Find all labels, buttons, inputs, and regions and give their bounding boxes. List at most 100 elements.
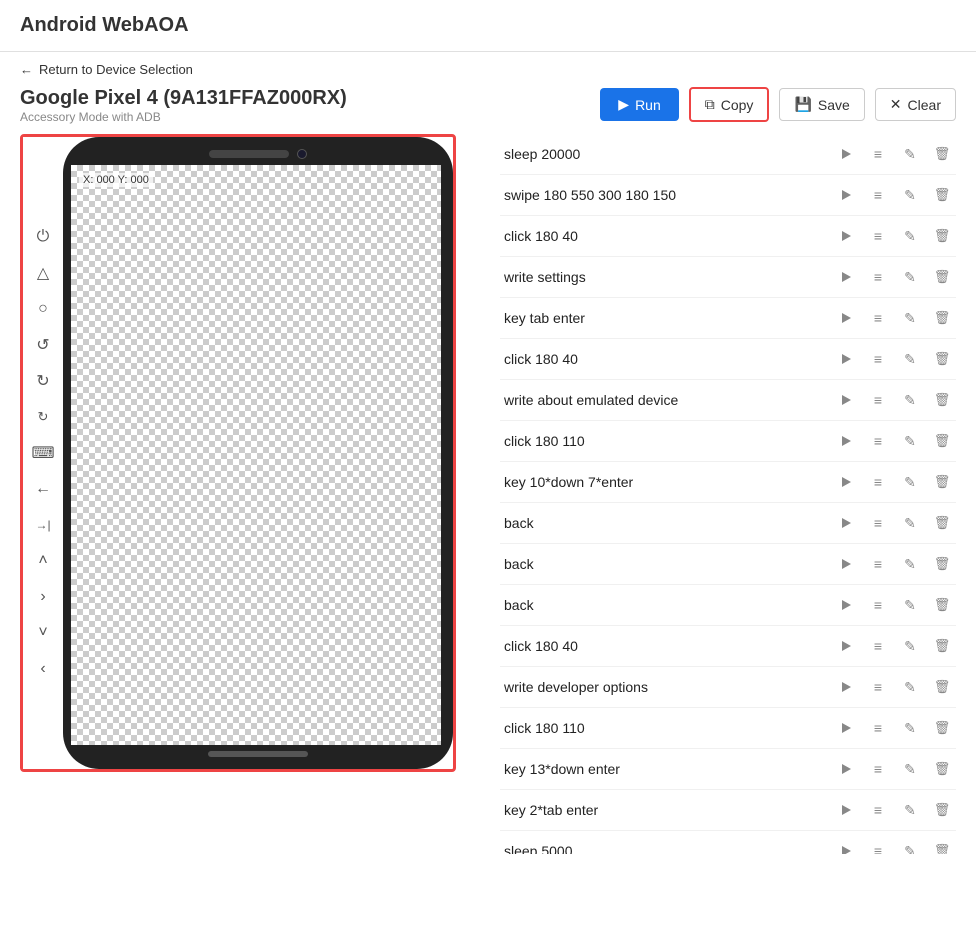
command-row: click 180 40≡✎🗑 bbox=[500, 339, 956, 380]
command-run-btn[interactable] bbox=[832, 837, 860, 854]
command-edit-btn[interactable]: ✎ bbox=[896, 345, 924, 373]
back-btn[interactable]: △ bbox=[29, 259, 57, 287]
command-edit-btn[interactable]: ✎ bbox=[896, 550, 924, 578]
command-row: back≡✎🗑 bbox=[500, 544, 956, 585]
command-delete-btn[interactable]: 🗑 bbox=[928, 837, 956, 854]
command-delete-btn[interactable]: 🗑 bbox=[928, 673, 956, 701]
command-menu-btn[interactable]: ≡ bbox=[864, 591, 892, 619]
command-edit-btn[interactable]: ✎ bbox=[896, 263, 924, 291]
command-run-btn[interactable] bbox=[832, 345, 860, 373]
keyboard-btn[interactable]: ⌨ bbox=[29, 439, 57, 467]
command-run-btn[interactable] bbox=[832, 550, 860, 578]
device-frame: ⏻ △ ○ ↺ ↻ ↻ ⌨ ← →| ˄ › ˅ ‹ bbox=[20, 134, 456, 772]
command-edit-btn[interactable]: ✎ bbox=[896, 673, 924, 701]
command-edit-btn[interactable]: ✎ bbox=[896, 140, 924, 168]
command-run-btn[interactable] bbox=[832, 181, 860, 209]
save-button[interactable]: 💾 Save bbox=[779, 88, 864, 121]
command-menu-btn[interactable]: ≡ bbox=[864, 632, 892, 660]
command-delete-btn[interactable]: 🗑 bbox=[928, 632, 956, 660]
rotate-cw2-btn[interactable]: ↻ bbox=[29, 403, 57, 431]
command-edit-btn[interactable]: ✎ bbox=[896, 796, 924, 824]
command-run-btn[interactable] bbox=[832, 304, 860, 332]
command-menu-btn[interactable]: ≡ bbox=[864, 263, 892, 291]
back-to-device-selection-link[interactable]: ← Return to Device Selection bbox=[0, 52, 976, 87]
command-edit-btn[interactable]: ✎ bbox=[896, 714, 924, 742]
command-row: back≡✎🗑 bbox=[500, 503, 956, 544]
command-run-btn[interactable] bbox=[832, 509, 860, 537]
command-edit-btn[interactable]: ✎ bbox=[896, 509, 924, 537]
command-row: key 2*tab enter≡✎🗑 bbox=[500, 790, 956, 831]
clear-button[interactable]: ✕ Clear bbox=[875, 88, 956, 121]
command-run-btn[interactable] bbox=[832, 673, 860, 701]
command-menu-btn[interactable]: ≡ bbox=[864, 673, 892, 701]
command-delete-btn[interactable]: 🗑 bbox=[928, 755, 956, 783]
command-delete-btn[interactable]: 🗑 bbox=[928, 263, 956, 291]
command-delete-btn[interactable]: 🗑 bbox=[928, 550, 956, 578]
command-edit-btn[interactable]: ✎ bbox=[896, 427, 924, 455]
command-run-btn[interactable] bbox=[832, 222, 860, 250]
command-edit-btn[interactable]: ✎ bbox=[896, 181, 924, 209]
command-delete-btn[interactable]: 🗑 bbox=[928, 304, 956, 332]
command-row: sleep 5000≡✎🗑 bbox=[500, 831, 956, 854]
device-header: Google Pixel 4 (9A131FFAZ000RX) Accessor… bbox=[20, 87, 480, 124]
command-delete-btn[interactable]: 🗑 bbox=[928, 386, 956, 414]
command-menu-btn[interactable]: ≡ bbox=[864, 345, 892, 373]
command-menu-btn[interactable]: ≡ bbox=[864, 468, 892, 496]
command-menu-btn[interactable]: ≡ bbox=[864, 140, 892, 168]
command-run-btn[interactable] bbox=[832, 427, 860, 455]
command-menu-btn[interactable]: ≡ bbox=[864, 837, 892, 854]
command-edit-btn[interactable]: ✎ bbox=[896, 837, 924, 854]
command-edit-btn[interactable]: ✎ bbox=[896, 468, 924, 496]
command-edit-btn[interactable]: ✎ bbox=[896, 304, 924, 332]
command-delete-btn[interactable]: 🗑 bbox=[928, 181, 956, 209]
collapse-btn[interactable]: ‹ bbox=[29, 655, 57, 683]
command-menu-btn[interactable]: ≡ bbox=[864, 755, 892, 783]
command-menu-btn[interactable]: ≡ bbox=[864, 509, 892, 537]
command-edit-btn[interactable]: ✎ bbox=[896, 632, 924, 660]
up-btn[interactable]: ˄ bbox=[29, 547, 57, 575]
command-delete-btn[interactable]: 🗑 bbox=[928, 427, 956, 455]
command-run-btn[interactable] bbox=[832, 591, 860, 619]
command-edit-btn[interactable]: ✎ bbox=[896, 755, 924, 783]
command-run-btn[interactable] bbox=[832, 140, 860, 168]
coords-display: X: 000 Y: 000 bbox=[79, 173, 153, 187]
run-button[interactable]: ▶ Run bbox=[600, 88, 678, 121]
command-edit-btn[interactable]: ✎ bbox=[896, 386, 924, 414]
command-menu-btn[interactable]: ≡ bbox=[864, 714, 892, 742]
command-delete-btn[interactable]: 🗑 bbox=[928, 509, 956, 537]
power-btn[interactable]: ⏻ bbox=[29, 223, 57, 251]
phone-screen[interactable]: X: 000 Y: 000 bbox=[71, 165, 441, 745]
command-delete-btn[interactable]: 🗑 bbox=[928, 714, 956, 742]
command-run-btn[interactable] bbox=[832, 632, 860, 660]
command-run-btn[interactable] bbox=[832, 468, 860, 496]
command-run-btn[interactable] bbox=[832, 755, 860, 783]
command-menu-btn[interactable]: ≡ bbox=[864, 386, 892, 414]
command-delete-btn[interactable]: 🗑 bbox=[928, 345, 956, 373]
command-menu-btn[interactable]: ≡ bbox=[864, 796, 892, 824]
command-delete-btn[interactable]: 🗑 bbox=[928, 222, 956, 250]
command-delete-btn[interactable]: 🗑 bbox=[928, 468, 956, 496]
command-edit-btn[interactable]: ✎ bbox=[896, 591, 924, 619]
down-btn[interactable]: ˅ bbox=[29, 619, 57, 647]
command-run-btn[interactable] bbox=[832, 263, 860, 291]
command-run-btn[interactable] bbox=[832, 796, 860, 824]
command-delete-btn[interactable]: 🗑 bbox=[928, 796, 956, 824]
command-menu-btn[interactable]: ≡ bbox=[864, 550, 892, 578]
command-run-btn[interactable] bbox=[832, 714, 860, 742]
command-menu-btn[interactable]: ≡ bbox=[864, 181, 892, 209]
command-menu-btn[interactable]: ≡ bbox=[864, 222, 892, 250]
command-menu-btn[interactable]: ≡ bbox=[864, 427, 892, 455]
copy-button[interactable]: ⧉ Copy bbox=[689, 87, 770, 122]
home-btn[interactable]: ○ bbox=[29, 295, 57, 323]
command-run-btn[interactable] bbox=[832, 386, 860, 414]
right-end-btn[interactable]: →| bbox=[29, 511, 57, 539]
command-edit-btn[interactable]: ✎ bbox=[896, 222, 924, 250]
command-delete-btn[interactable]: 🗑 bbox=[928, 140, 956, 168]
command-delete-btn[interactable]: 🗑 bbox=[928, 591, 956, 619]
rotate-cw-btn[interactable]: ↻ bbox=[29, 367, 57, 395]
left-arrow-btn[interactable]: ← bbox=[29, 475, 57, 503]
command-menu-btn[interactable]: ≡ bbox=[864, 304, 892, 332]
play-icon: ▶ bbox=[618, 96, 629, 113]
rotate-ccw-btn[interactable]: ↺ bbox=[29, 331, 57, 359]
right-btn[interactable]: › bbox=[29, 583, 57, 611]
